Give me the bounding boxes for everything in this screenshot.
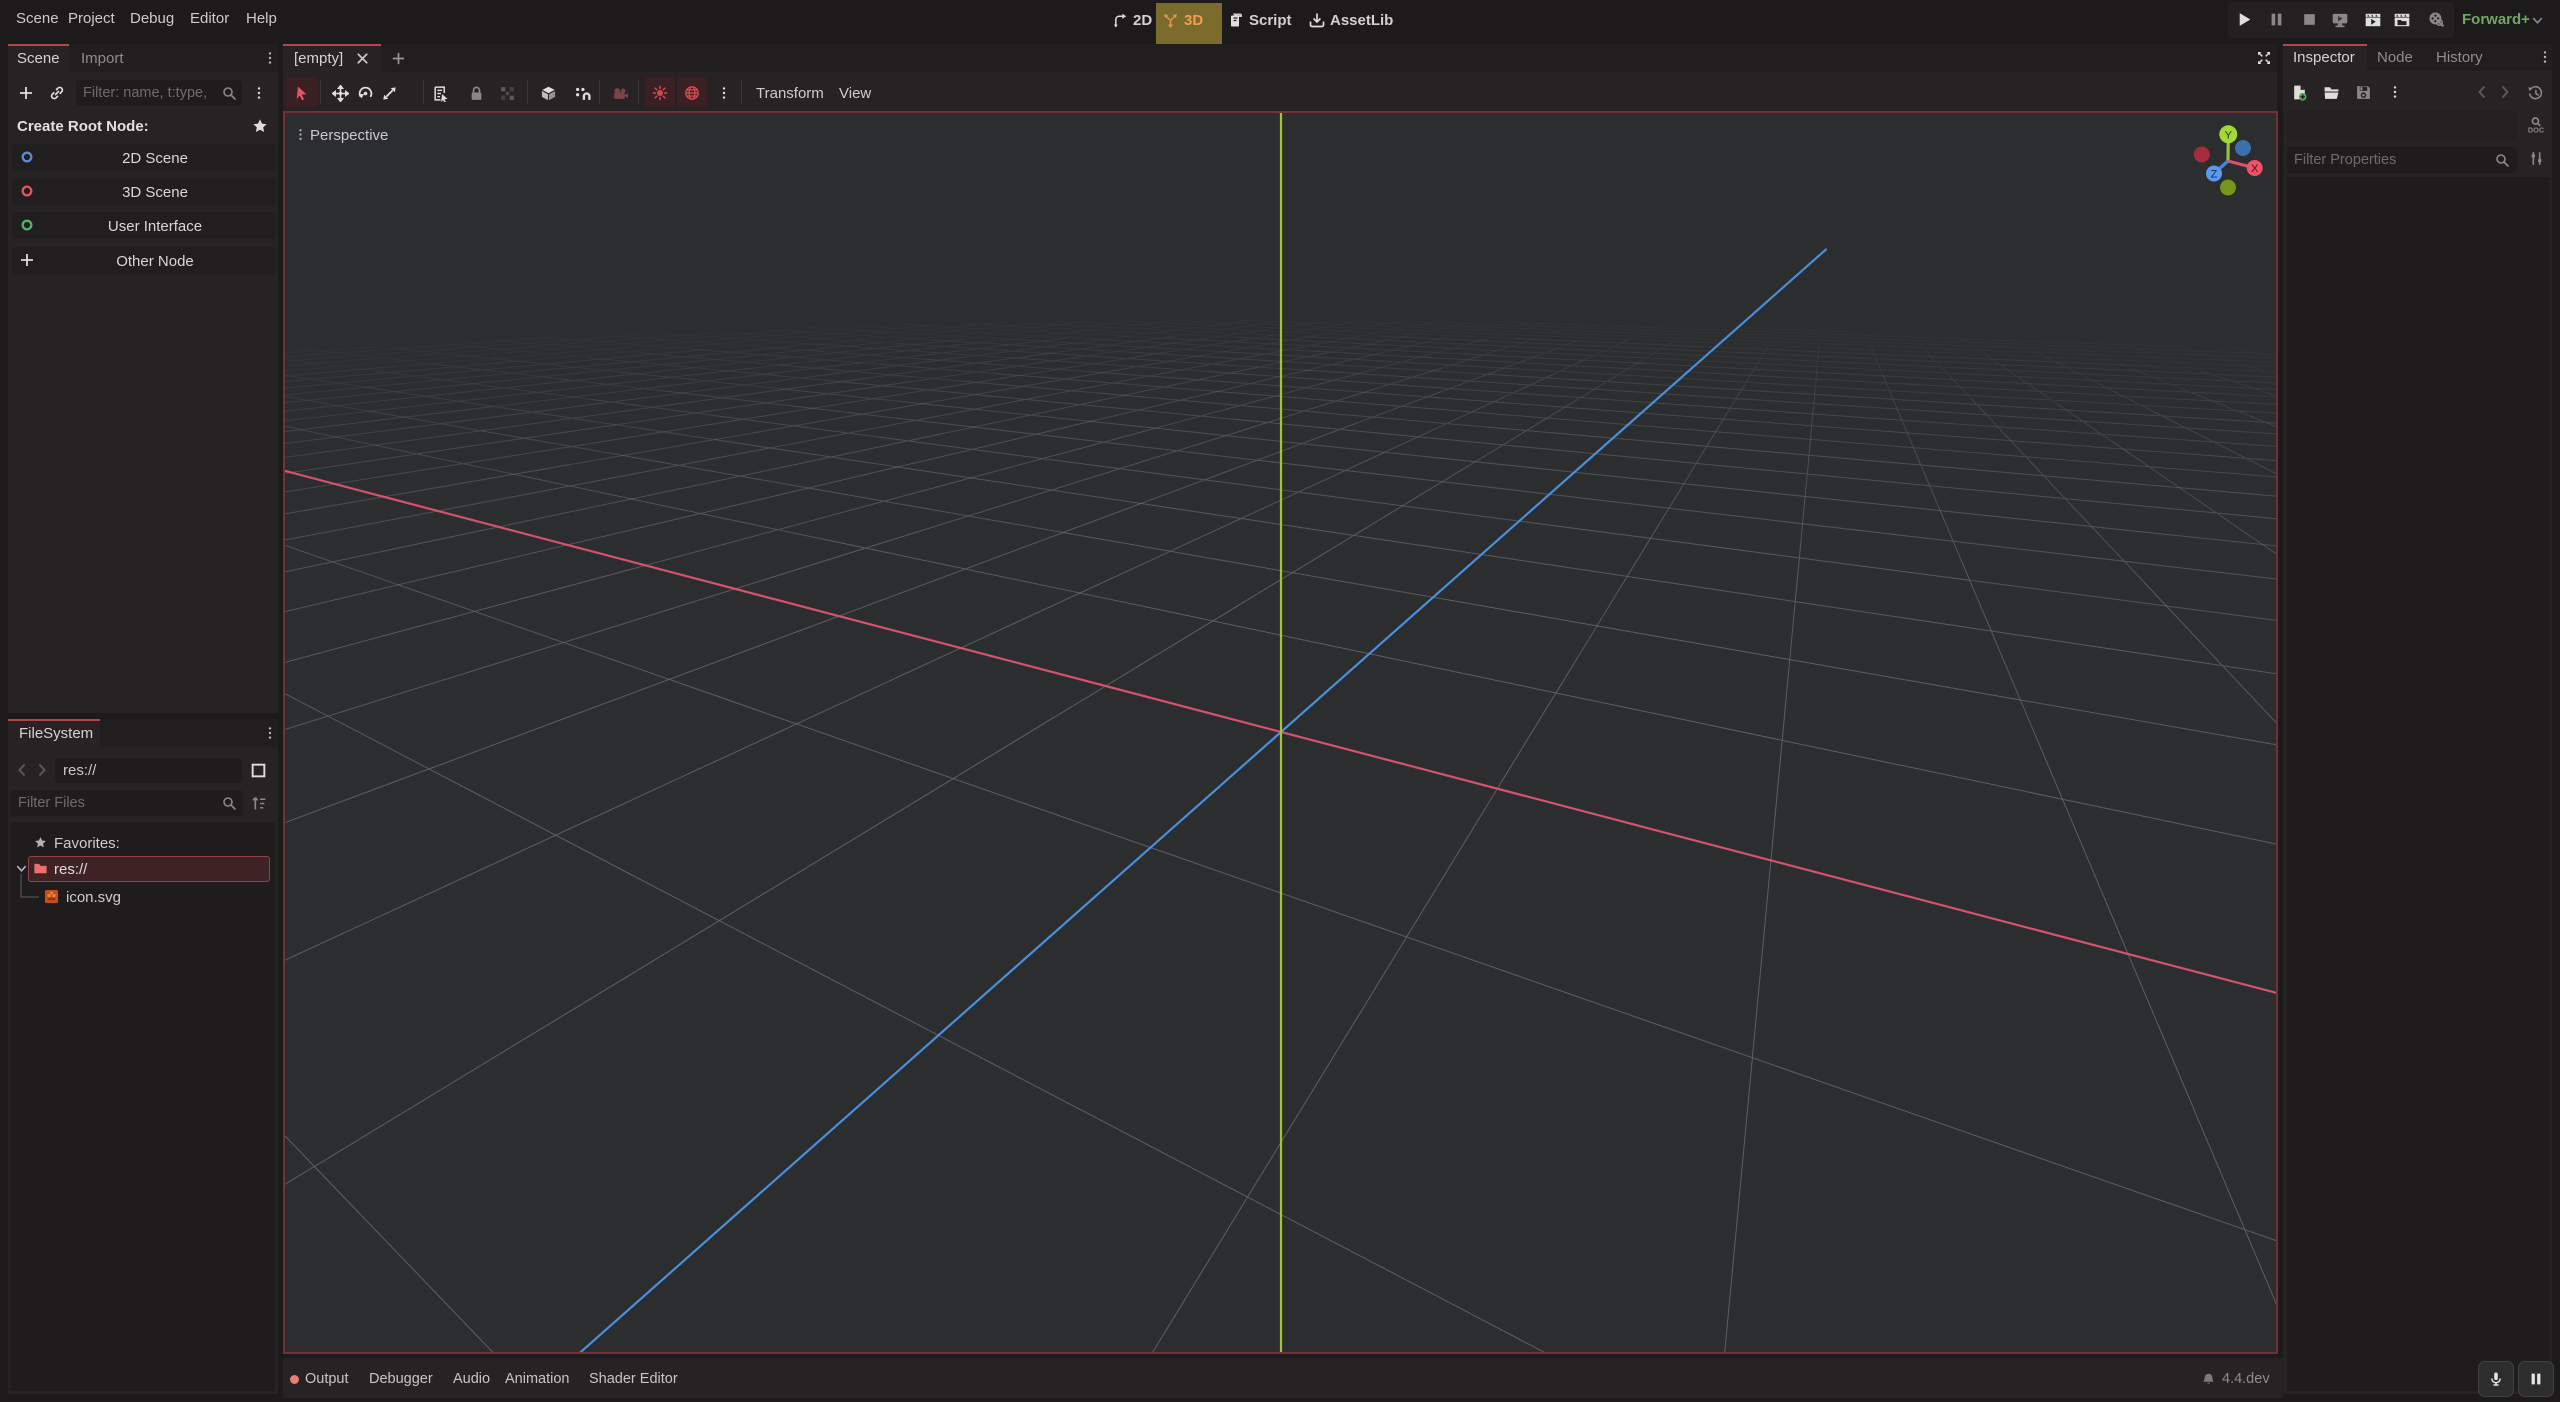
svg-text:Y: Y: [2225, 129, 2233, 141]
svg-text:Z: Z: [2211, 169, 2218, 181]
svg-text:DOC: DOC: [2528, 125, 2545, 134]
svg-text:X: X: [2251, 163, 2259, 175]
